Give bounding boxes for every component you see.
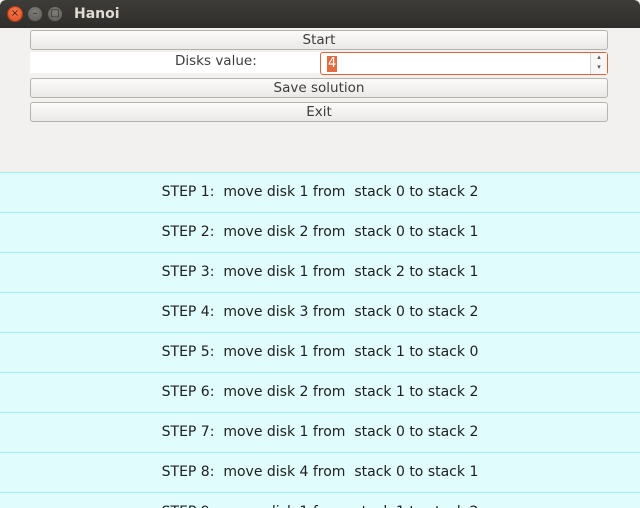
spin-down-icon[interactable]: ▾ <box>591 63 607 73</box>
list-item[interactable]: STEP 1: move disk 1 from stack 0 to stac… <box>0 172 640 212</box>
list-item[interactable]: STEP 2: move disk 2 from stack 0 to stac… <box>0 212 640 252</box>
list-item[interactable]: STEP 4: move disk 3 from stack 0 to stac… <box>0 292 640 332</box>
spin-arrows[interactable]: ▴ ▾ <box>590 53 607 74</box>
exit-button[interactable]: Exit <box>30 102 608 122</box>
disks-spinbox[interactable]: 4 ▴ ▾ <box>320 52 608 75</box>
list-item[interactable]: STEP 7: move disk 1 from stack 0 to stac… <box>0 412 640 452</box>
save-solution-button[interactable]: Save solution <box>30 78 608 98</box>
close-window-button[interactable]: × <box>7 6 23 22</box>
close-icon: × <box>10 8 20 19</box>
maximize-icon: □ <box>50 8 60 19</box>
start-button[interactable]: Start <box>30 30 608 50</box>
maximize-window-button[interactable]: □ <box>47 6 63 22</box>
title-bar: × – □ Hanoi <box>0 0 640 28</box>
list-item[interactable]: STEP 5: move disk 1 from stack 1 to stac… <box>0 332 640 372</box>
minimize-icon: – <box>32 8 38 19</box>
window-title: Hanoi <box>74 6 120 22</box>
steps-list[interactable]: STEP 1: move disk 1 from stack 0 to stac… <box>0 172 640 508</box>
disks-value-label: Disks value: <box>175 53 257 69</box>
list-item[interactable]: STEP 3: move disk 1 from stack 2 to stac… <box>0 252 640 292</box>
minimize-window-button[interactable]: – <box>27 6 43 22</box>
list-item[interactable]: STEP 9: move disk 1 from stack 1 to stac… <box>0 492 640 508</box>
list-item[interactable]: STEP 8: move disk 4 from stack 0 to stac… <box>0 452 640 492</box>
spin-up-icon[interactable]: ▴ <box>591 53 607 63</box>
list-item[interactable]: STEP 6: move disk 2 from stack 1 to stac… <box>0 372 640 412</box>
disks-value-input[interactable]: 4 <box>327 56 338 72</box>
